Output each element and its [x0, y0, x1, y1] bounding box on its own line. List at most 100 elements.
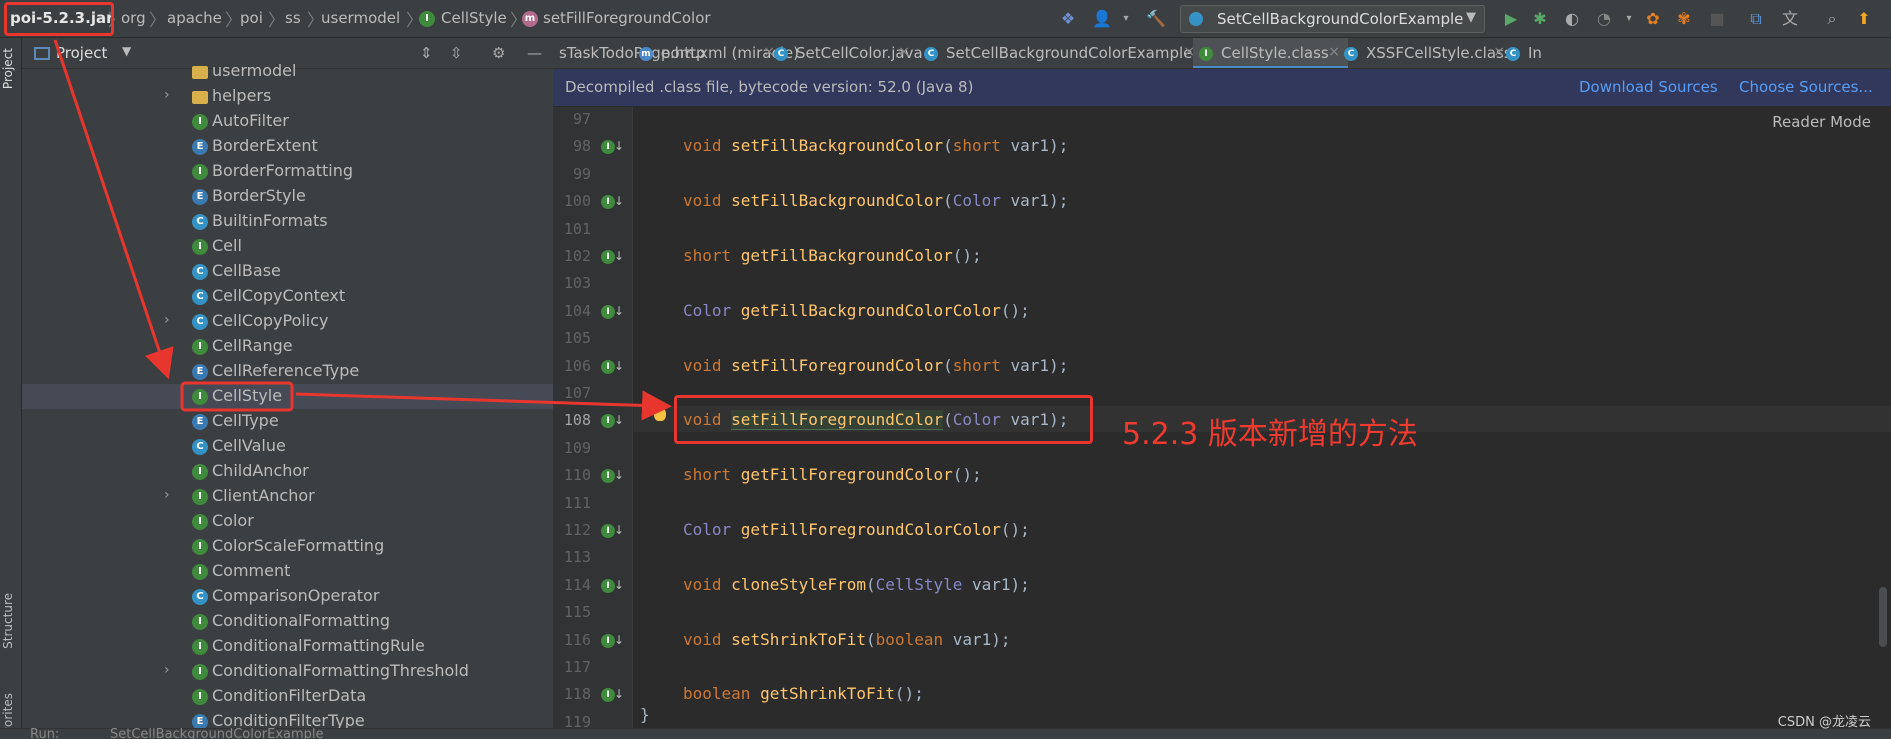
- code-token: void: [683, 136, 732, 156]
- editor-tab[interactable]: C XSSFCellStyle.class ×: [1338, 38, 1513, 68]
- tree-item[interactable]: I ConditionalFormatting: [22, 609, 553, 634]
- breadcrumb-ss[interactable]: ss: [285, 9, 301, 27]
- window-icon[interactable]: ⧉: [1745, 8, 1767, 30]
- reader-mode-button[interactable]: Reader Mode: [1772, 113, 1871, 131]
- coverage-icon[interactable]: ◐: [1561, 8, 1583, 30]
- line-number: 109: [563, 438, 591, 457]
- tree-item[interactable]: I Comment: [22, 559, 553, 584]
- download-sources-link[interactable]: Download Sources: [1579, 78, 1718, 96]
- close-icon[interactable]: ×: [898, 44, 910, 60]
- down-arrow-icon: ↓: [614, 687, 625, 702]
- implemented-icon[interactable]: I: [601, 633, 615, 648]
- implemented-icon[interactable]: I: [601, 524, 615, 538]
- run-configuration-tab[interactable]: SetCellBackgroundColorExample: [110, 727, 324, 739]
- user-icon[interactable]: 👤: [1091, 8, 1113, 30]
- lightbulb-icon[interactable]: [654, 407, 666, 421]
- stop-icon[interactable]: ■: [1706, 8, 1728, 30]
- run-icon[interactable]: ▶: [1500, 8, 1522, 30]
- code-token: void: [683, 191, 732, 211]
- code-line[interactable]: short getFillForegroundColor();: [683, 465, 982, 484]
- code-token: (: [943, 355, 953, 375]
- search-icon[interactable]: ⌕: [1821, 8, 1843, 30]
- tree-item[interactable]: I ConditionFilterData: [22, 684, 553, 709]
- run-configuration-selector[interactable]: SetCellBackgroundColorExample ▼: [1180, 5, 1485, 33]
- project-tool-button[interactable]: Project: [1, 48, 15, 89]
- code-line[interactable]: boolean getShrinkToFit();: [683, 684, 924, 703]
- hammer-icon[interactable]: 🔨: [1145, 8, 1167, 30]
- tree-item[interactable]: usermodel: [22, 59, 553, 84]
- editor-tab[interactable]: C SetCellBackgroundColorExample.java ×: [918, 38, 1229, 68]
- tree-item[interactable]: C CellValue: [22, 434, 553, 459]
- chevron-right-icon[interactable]: ›: [164, 87, 170, 103]
- tree-item[interactable]: I ConditionalFormattingRule: [22, 634, 553, 659]
- profile-icon[interactable]: ◔: [1593, 8, 1615, 30]
- breadcrumb-org[interactable]: org: [121, 9, 146, 27]
- tree-item[interactable]: I Color: [22, 509, 553, 534]
- editor-tab[interactable]: C In: [1500, 38, 1560, 68]
- chevron-down-icon[interactable]: ▾: [1115, 8, 1137, 30]
- tree-item[interactable]: E BorderStyle: [22, 184, 553, 209]
- editor-tab[interactable]: C SetCellColor.java ×: [768, 38, 923, 68]
- editor-tab[interactable]: m pom.xml (miracle) ×: [633, 38, 799, 68]
- services-icon[interactable]: ❖: [1057, 8, 1079, 30]
- tree-item[interactable]: I AutoFilter: [22, 109, 553, 134]
- run-tab-label[interactable]: Run:: [30, 727, 59, 739]
- code-token: cloneStyleFrom: [731, 574, 867, 594]
- editor-scrollbar[interactable]: [1879, 587, 1887, 647]
- editor-tab[interactable]: I CellStyle.class ×: [1193, 38, 1348, 68]
- chevron-right-icon[interactable]: ›: [164, 487, 170, 503]
- tree-item[interactable]: › helpers: [22, 84, 553, 109]
- debug-icon[interactable]: ✱: [1529, 8, 1551, 30]
- breadcrumb-usermodel[interactable]: usermodel: [321, 9, 400, 27]
- tree-item-label: ClientAnchor: [212, 486, 315, 505]
- code-line[interactable]: void setShrinkToFit(boolean var1);: [683, 630, 1011, 649]
- line-number: 116: [563, 630, 591, 649]
- tree-item[interactable]: E BorderExtent: [22, 134, 553, 159]
- structure-tool-button[interactable]: Structure: [1, 593, 15, 649]
- tree-item[interactable]: I BorderFormatting: [22, 159, 553, 184]
- implemented-icon[interactable]: I: [601, 578, 615, 593]
- interface-icon: I: [192, 514, 208, 530]
- tree-item[interactable]: › I ConditionalFormattingThreshold: [22, 659, 553, 684]
- tree-item[interactable]: C CellBase: [22, 259, 553, 284]
- code-line[interactable]: void setFillForegroundColor(short var1);: [683, 356, 1068, 375]
- implemented-icon[interactable]: I: [601, 250, 615, 264]
- update-icon[interactable]: ⬆: [1853, 8, 1875, 30]
- chevron-down-icon[interactable]: ▼: [122, 44, 131, 58]
- tree-item[interactable]: C BuiltinFormats: [22, 209, 553, 234]
- chevron-right-icon[interactable]: ›: [164, 312, 170, 328]
- implemented-icon[interactable]: I: [601, 359, 615, 374]
- line-number: 112: [563, 521, 591, 539]
- code-line[interactable]: void cloneStyleFrom(CellStyle var1);: [683, 575, 1030, 594]
- breadcrumb-poi[interactable]: poi: [240, 9, 263, 27]
- code-line[interactable]: void setFillBackgroundColor(Color var1);: [683, 191, 1068, 210]
- implemented-icon[interactable]: I: [601, 304, 615, 319]
- code-line[interactable]: Color getFillForegroundColorColor();: [683, 520, 1030, 539]
- tree-item[interactable]: E CellReferenceType: [22, 359, 553, 384]
- breadcrumb-apache[interactable]: apache: [167, 9, 222, 27]
- tree-item[interactable]: I CellStyle: [22, 384, 553, 409]
- tree-item[interactable]: E CellType: [22, 409, 553, 434]
- tree-item[interactable]: C ComparisonOperator: [22, 584, 553, 609]
- tree-item[interactable]: › C CellCopyPolicy: [22, 309, 553, 334]
- breadcrumb-method[interactable]: setFillForegroundColor: [543, 9, 711, 27]
- code-line[interactable]: Color getFillBackgroundColorColor();: [683, 301, 1030, 320]
- tree-item[interactable]: I ChildAnchor: [22, 459, 553, 484]
- chevron-right-icon[interactable]: ›: [164, 662, 170, 678]
- interface-icon: I: [192, 664, 208, 680]
- code-line[interactable]: void setFillBackgroundColor(short var1);: [683, 136, 1068, 155]
- tree-item[interactable]: I ColorScaleFormatting: [22, 534, 553, 559]
- code-token: (: [943, 136, 953, 156]
- tree-item[interactable]: I CellRange: [22, 334, 553, 359]
- class-icon: C: [192, 314, 208, 330]
- tree-item[interactable]: › I ClientAnchor: [22, 484, 553, 509]
- translate-icon[interactable]: 文: [1779, 8, 1801, 30]
- tree-item[interactable]: C CellCopyContext: [22, 284, 553, 309]
- chevron-down-icon[interactable]: ▾: [1618, 8, 1640, 30]
- breadcrumb-cellstyle[interactable]: CellStyle: [441, 9, 507, 27]
- plugin-icon[interactable]: ✾: [1673, 8, 1695, 30]
- code-line[interactable]: short getFillBackgroundColor();: [683, 246, 982, 265]
- plugin-icon[interactable]: ✿: [1642, 8, 1664, 30]
- tree-item[interactable]: I Cell: [22, 234, 553, 259]
- choose-sources-link[interactable]: Choose Sources...: [1739, 78, 1873, 96]
